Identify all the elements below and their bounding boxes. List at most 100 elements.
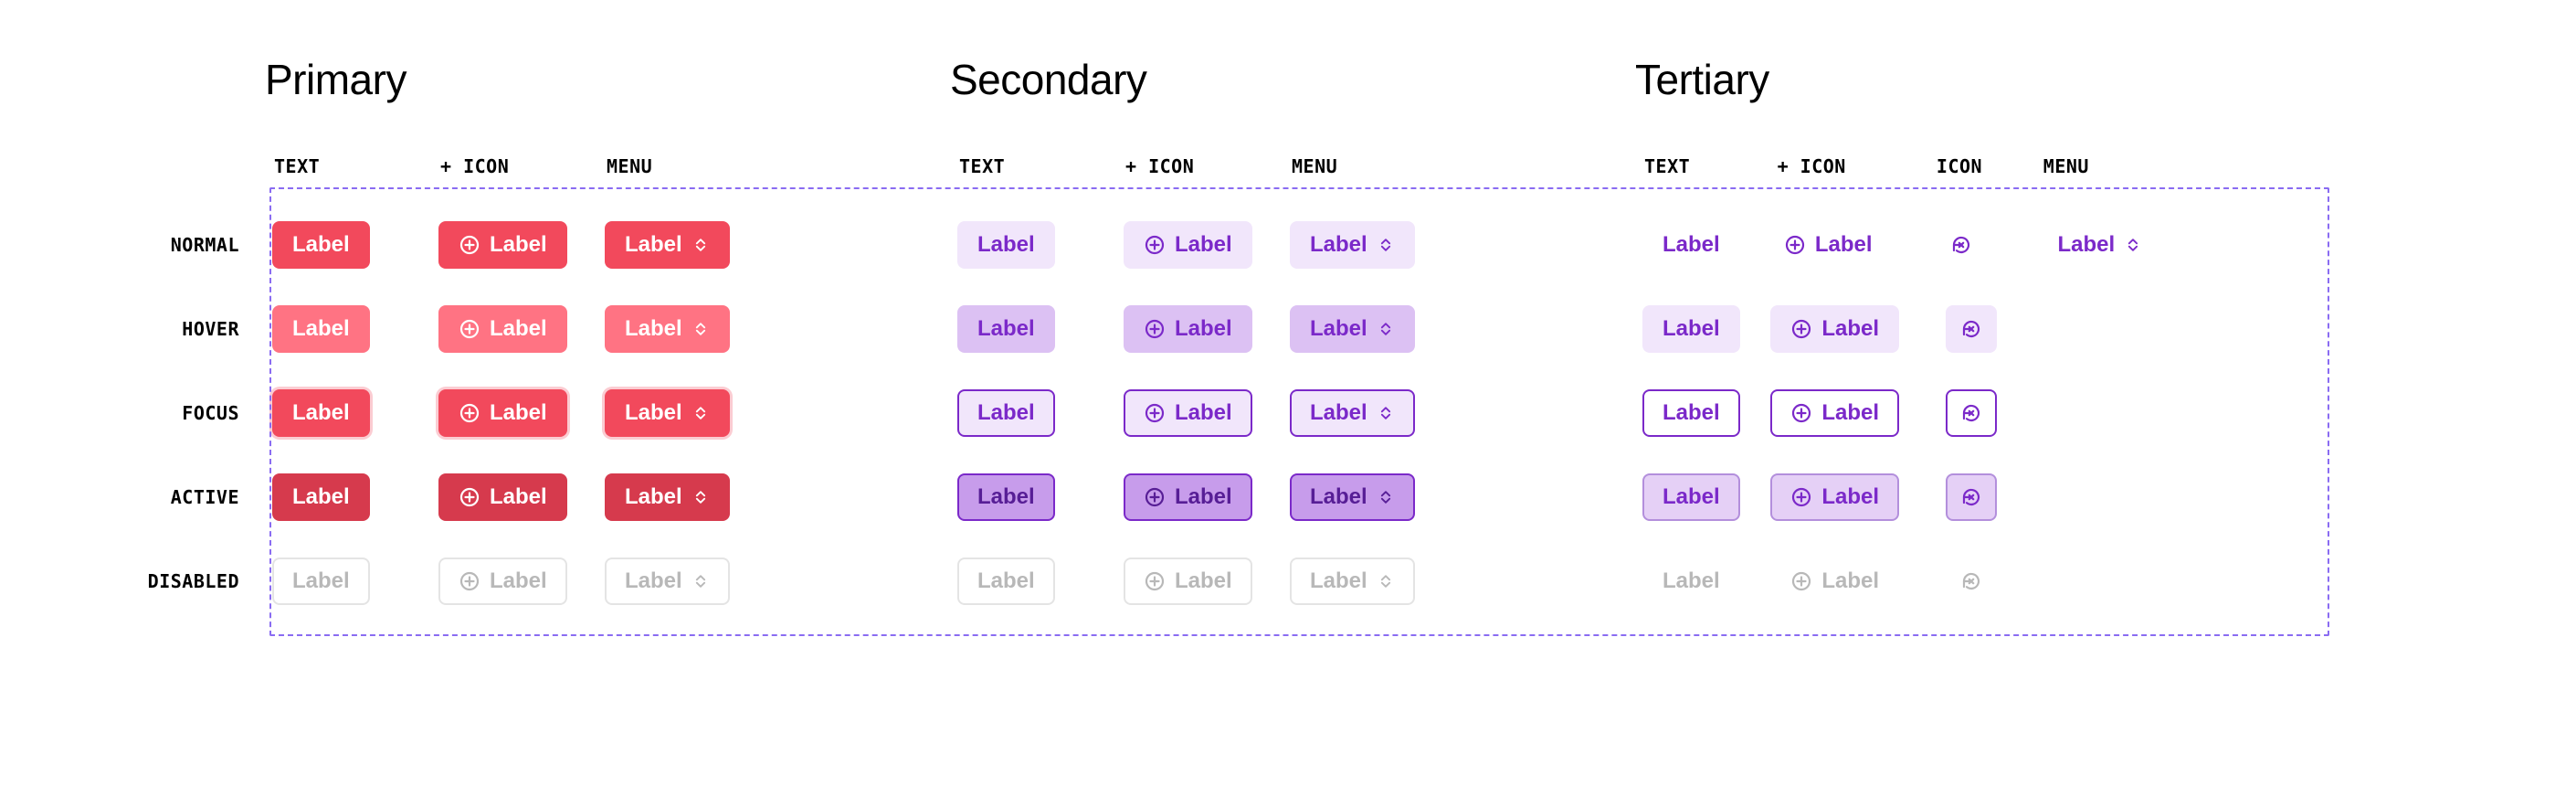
- tertiary-icononly-button-hover[interactable]: [1946, 305, 1997, 353]
- plus-circle-icon: [1784, 234, 1806, 256]
- button-label: Label: [977, 570, 1035, 592]
- col-head-menu: MENU: [597, 143, 747, 203]
- secondary-menu-button-disabled: Label: [1290, 558, 1415, 605]
- col-head-menu: MENU: [1283, 143, 1432, 203]
- primary-icon-button-focus[interactable]: Label: [438, 389, 567, 437]
- button-label: Label: [490, 402, 547, 424]
- plus-circle-icon: [459, 234, 480, 256]
- secondary-icon-button-normal[interactable]: Label: [1124, 221, 1252, 269]
- secondary-text-button-active[interactable]: Label: [957, 473, 1055, 521]
- section-title-tertiary: Tertiary: [1635, 55, 2320, 143]
- secondary-icon-button-focus[interactable]: Label: [1124, 389, 1252, 437]
- primary-text-button-hover[interactable]: Label: [272, 305, 370, 353]
- tertiary-icononly-button-focus[interactable]: [1946, 389, 1997, 437]
- chevrons-up-down-icon: [1377, 572, 1395, 590]
- primary-menu-button-focus[interactable]: Label: [605, 389, 730, 437]
- state-row-hover: HOVER: [91, 287, 265, 371]
- tertiary-icon-button-hover[interactable]: Label: [1770, 305, 1899, 353]
- button-label: Label: [1175, 570, 1232, 592]
- state-row-normal: NORMAL: [91, 203, 265, 287]
- secondary-text-button-hover[interactable]: Label: [957, 305, 1055, 353]
- primary-menu-button-hover[interactable]: Label: [605, 305, 730, 353]
- primary-menu-button-normal[interactable]: Label: [605, 221, 730, 269]
- chevrons-up-down-icon: [2124, 236, 2142, 254]
- button-label: Label: [625, 486, 682, 508]
- state-row-disabled: DISABLED: [91, 539, 265, 623]
- plus-circle-icon: [1144, 318, 1166, 340]
- button-label: Label: [977, 402, 1035, 424]
- col-head-text: TEXT: [265, 143, 415, 203]
- state-row-active: ACTIVE: [91, 455, 265, 539]
- plus-circle-icon: [1790, 318, 1812, 340]
- plus-circle-icon: [1790, 402, 1812, 424]
- col-head-icononly: ICON: [1901, 143, 2018, 203]
- refresh-cancel-icon: [1960, 402, 1982, 424]
- primary-icon-button-disabled: Label: [438, 558, 567, 605]
- button-label: Label: [292, 570, 350, 592]
- button-label: Label: [1821, 486, 1879, 508]
- chevrons-up-down-icon: [692, 236, 710, 254]
- tertiary-icon-button-normal[interactable]: Label: [1764, 221, 1893, 269]
- chevrons-up-down-icon: [692, 488, 710, 506]
- primary-icon-button-hover[interactable]: Label: [438, 305, 567, 353]
- button-label: Label: [292, 486, 350, 508]
- button-label: Label: [1821, 318, 1879, 340]
- primary-icon-button-normal[interactable]: Label: [438, 221, 567, 269]
- col-head-icon: + ICON: [1116, 143, 1266, 203]
- chevrons-up-down-icon: [1377, 320, 1395, 338]
- tertiary-text-button-normal[interactable]: Label: [1642, 221, 1740, 269]
- primary-icon-button-active[interactable]: Label: [438, 473, 567, 521]
- secondary-menu-button-focus[interactable]: Label: [1290, 389, 1415, 437]
- tertiary-text-button-disabled: Label: [1642, 558, 1740, 605]
- secondary-icon-button-hover[interactable]: Label: [1124, 305, 1252, 353]
- button-label: Label: [1821, 402, 1879, 424]
- tertiary-icononly-button-active[interactable]: [1946, 473, 1997, 521]
- button-label: Label: [490, 234, 547, 256]
- button-label: Label: [1310, 234, 1367, 256]
- tertiary-text-button-hover[interactable]: Label: [1642, 305, 1740, 353]
- button-label: Label: [1815, 234, 1873, 256]
- tertiary-menu-button-normal[interactable]: Label: [2037, 221, 2162, 269]
- button-label: Label: [490, 570, 547, 592]
- chevrons-up-down-icon: [692, 320, 710, 338]
- plus-circle-icon: [459, 318, 480, 340]
- button-label: Label: [2057, 234, 2115, 256]
- tertiary-text-button-active[interactable]: Label: [1642, 473, 1740, 521]
- state-row-focus: FOCUS: [91, 371, 265, 455]
- button-label: Label: [490, 486, 547, 508]
- secondary-icon-button-active[interactable]: Label: [1124, 473, 1252, 521]
- secondary-text-button-focus[interactable]: Label: [957, 389, 1055, 437]
- button-label: Label: [1175, 318, 1232, 340]
- primary-text-button-disabled: Label: [272, 558, 370, 605]
- primary-text-button-focus[interactable]: Label: [272, 389, 370, 437]
- refresh-cancel-icon: [1960, 486, 1982, 508]
- tertiary-text-button-focus[interactable]: Label: [1642, 389, 1740, 437]
- button-label: Label: [1175, 402, 1232, 424]
- button-label: Label: [1310, 402, 1367, 424]
- secondary-icon-button-disabled: Label: [1124, 558, 1252, 605]
- primary-menu-button-active[interactable]: Label: [605, 473, 730, 521]
- chevrons-up-down-icon: [1377, 488, 1395, 506]
- col-head-menu: MENU: [2034, 143, 2151, 203]
- tertiary-icon-button-focus[interactable]: Label: [1770, 389, 1899, 437]
- button-label: Label: [977, 486, 1035, 508]
- refresh-cancel-icon: [1950, 234, 1972, 256]
- primary-text-button-active[interactable]: Label: [272, 473, 370, 521]
- secondary-text-button-normal[interactable]: Label: [957, 221, 1055, 269]
- primary-text-button-normal[interactable]: Label: [272, 221, 370, 269]
- secondary-menu-button-active[interactable]: Label: [1290, 473, 1415, 521]
- secondary-menu-button-normal[interactable]: Label: [1290, 221, 1415, 269]
- button-label: Label: [1663, 570, 1720, 592]
- tertiary-icon-button-active[interactable]: Label: [1770, 473, 1899, 521]
- tertiary-icononly-button-disabled: [1946, 558, 1997, 605]
- button-label: Label: [977, 234, 1035, 256]
- col-head-text: TEXT: [1635, 143, 1752, 203]
- button-label: Label: [625, 402, 682, 424]
- tertiary-icononly-button-normal[interactable]: [1936, 221, 1987, 269]
- plus-circle-icon: [1144, 570, 1166, 592]
- secondary-menu-button-hover[interactable]: Label: [1290, 305, 1415, 353]
- button-label: Label: [1175, 234, 1232, 256]
- chevrons-up-down-icon: [692, 404, 710, 422]
- tertiary-icon-button-disabled: Label: [1770, 558, 1899, 605]
- chevrons-up-down-icon: [1377, 404, 1395, 422]
